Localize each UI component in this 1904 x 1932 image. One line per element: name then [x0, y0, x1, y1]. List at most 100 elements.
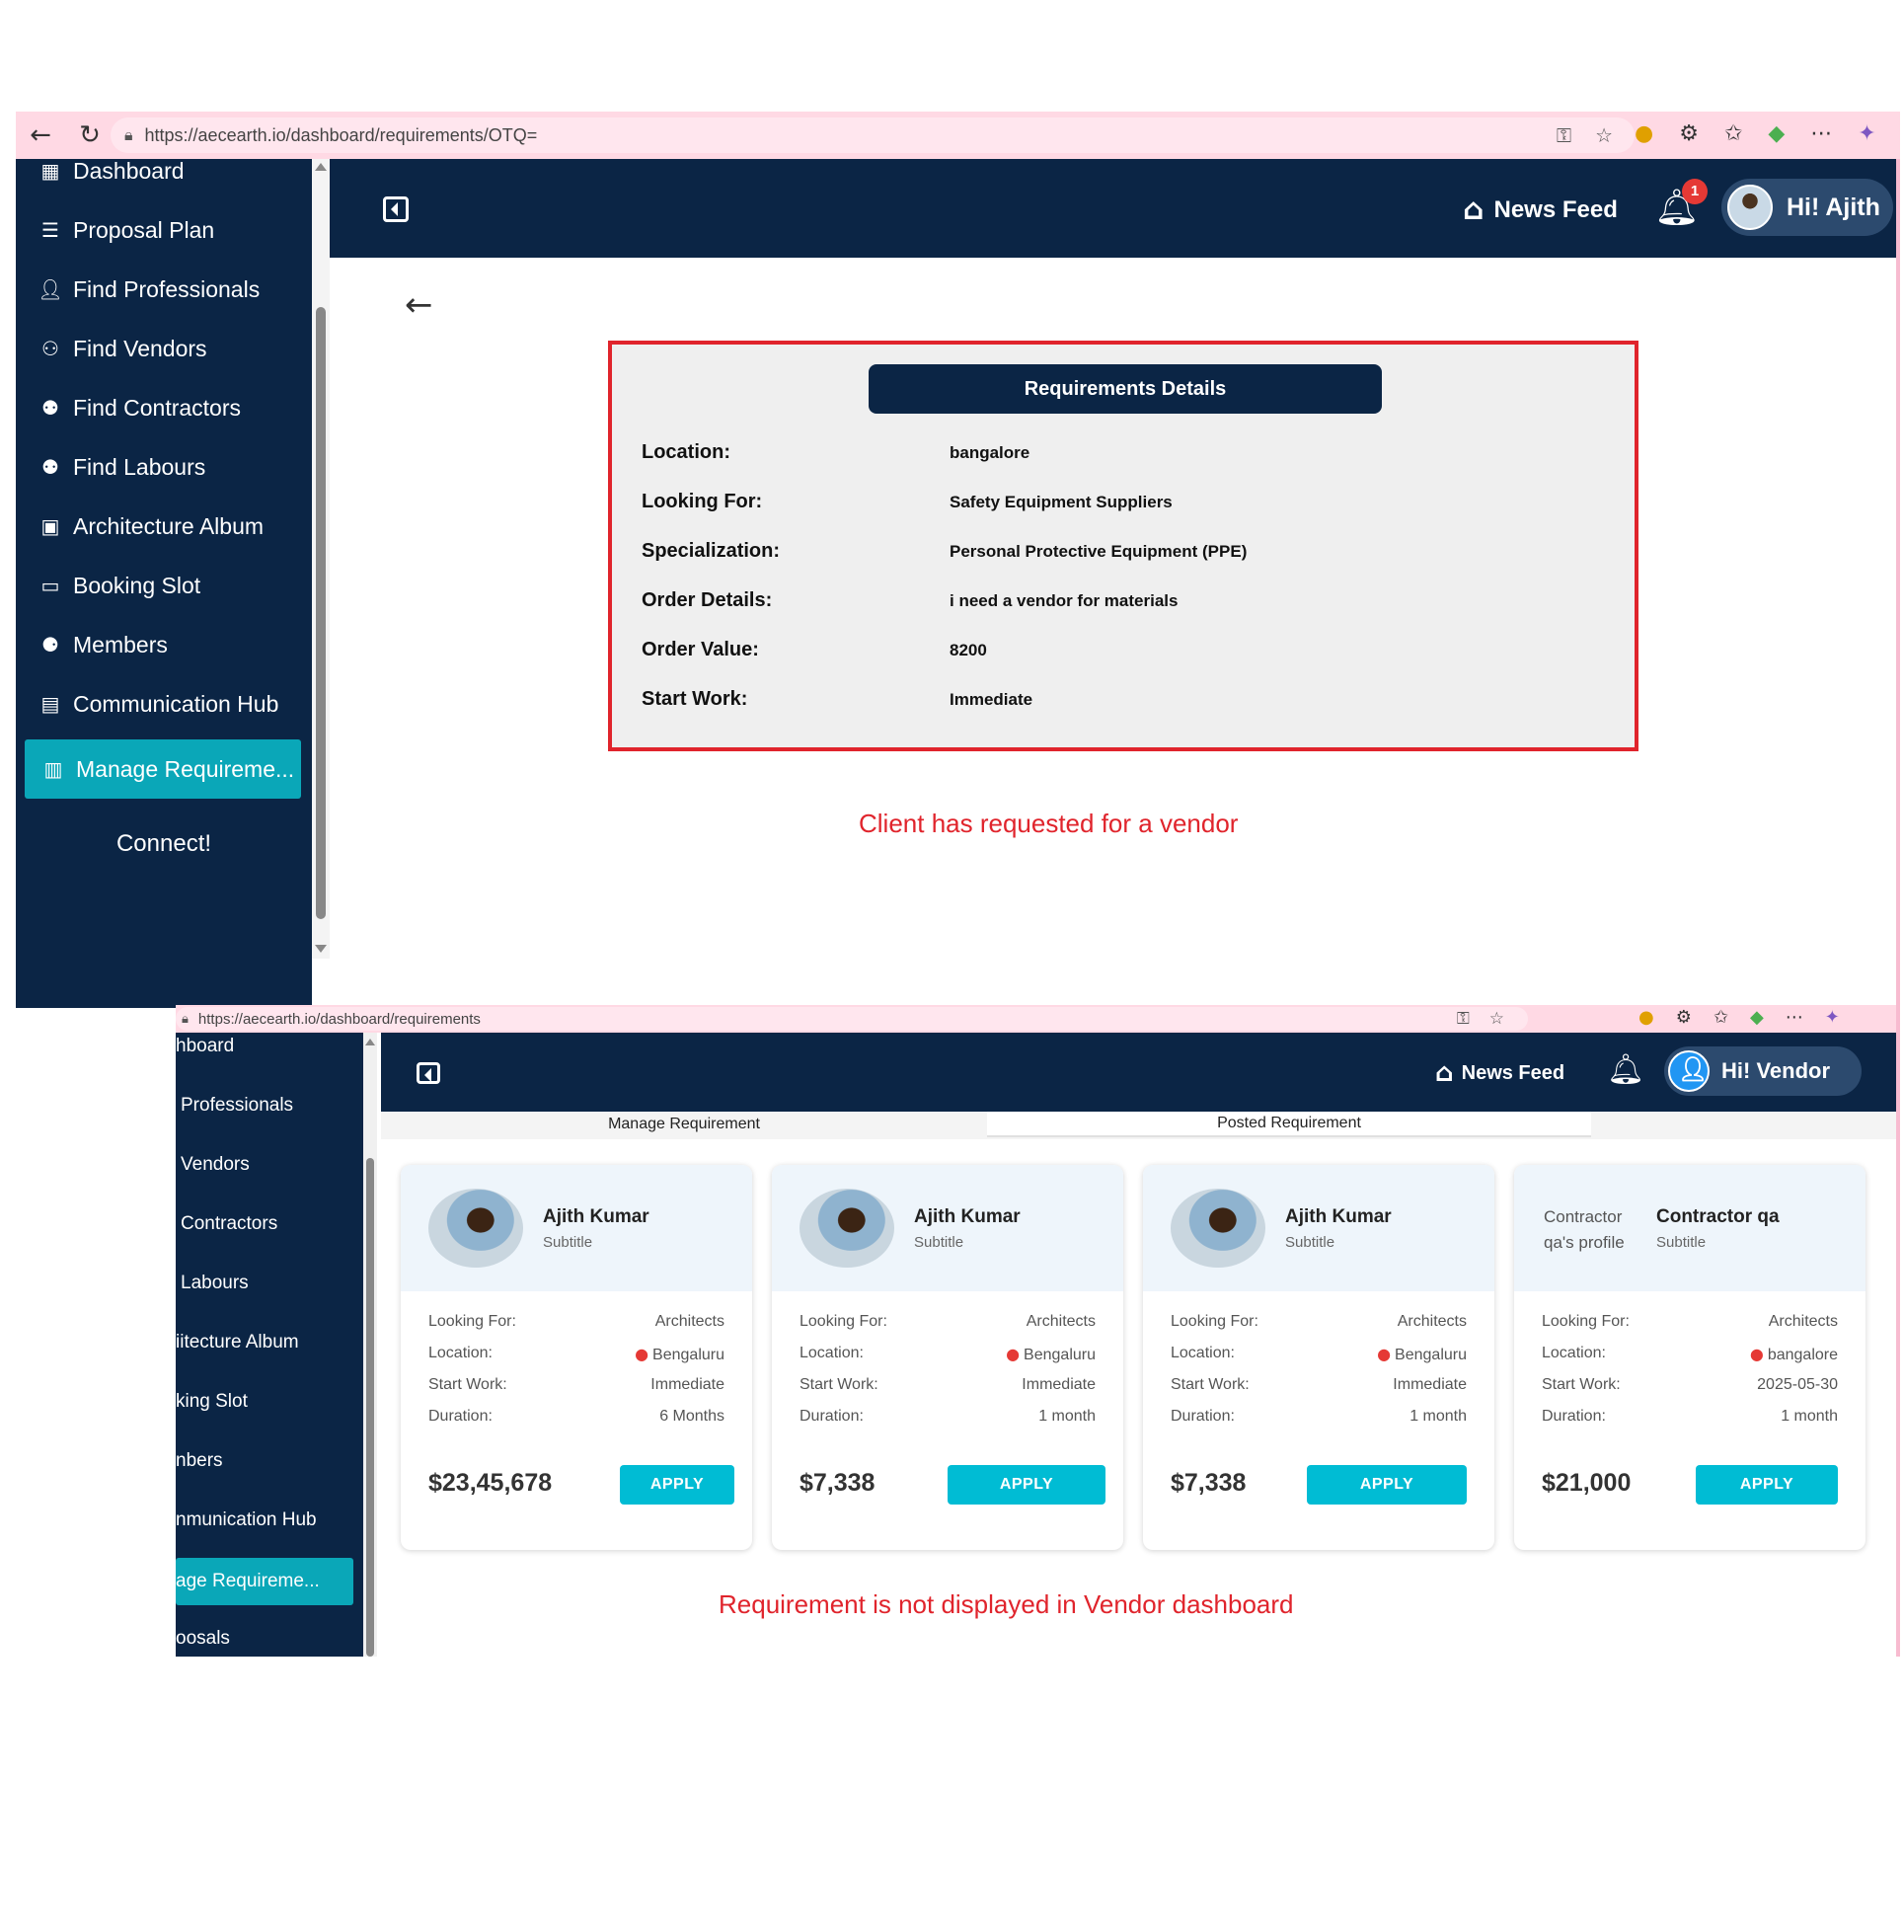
avatar: [1727, 185, 1773, 230]
sidebar-item-dashboard[interactable]: ▦ Dashboard: [16, 159, 312, 200]
sidebar-item-label: king Slot: [176, 1391, 248, 1412]
sidebar-item-manage-requirements[interactable]: ▥ Manage Requireme...: [25, 739, 301, 799]
sidebar-item-find-professionals[interactable]: 👤︎ Find Professionals: [16, 260, 312, 319]
sidebar-item-find-labours[interactable]: ⚉ Find Labours: [16, 437, 312, 497]
back-icon[interactable]: ←: [16, 120, 65, 150]
avatar: 👤︎: [1668, 1050, 1710, 1092]
tab-posted-requirement[interactable]: Posted Requirement: [987, 1112, 1591, 1137]
annotation-note: Requirement is not displayed in Vendor d…: [719, 1589, 1294, 1619]
key-icon[interactable]: ⚿: [1557, 123, 1571, 147]
scroll-up-arrow[interactable]: [315, 163, 327, 171]
sidebar: ▦ Dashboard ☰ Proposal Plan 👤︎ Find Profess…: [16, 159, 312, 1008]
extension-icon[interactable]: ●: [1638, 1007, 1654, 1028]
extension-icon[interactable]: ●: [1635, 121, 1653, 146]
sidebar-item-label: Contractors: [181, 1213, 278, 1234]
copilot-icon[interactable]: ✦: [1825, 1007, 1840, 1028]
news-feed-link[interactable]: ⌂ News Feed: [1463, 193, 1618, 227]
row-value: Architects: [1397, 1313, 1467, 1330]
sidebar-item-label: Labours: [181, 1273, 249, 1293]
row-value: ● Bengaluru: [1006, 1345, 1096, 1364]
sidebar-item-manage-requirements[interactable]: age Requireme...: [176, 1558, 353, 1605]
row-label: Start Work:: [1171, 1376, 1250, 1393]
card-price: $23,45,678: [428, 1469, 553, 1497]
detail-label: Order Value:: [642, 639, 759, 660]
row-value: 1 month: [1409, 1408, 1467, 1425]
sidebar-item-booking-slot[interactable]: ▭ Booking Slot: [16, 556, 312, 615]
detail-row-specialization: Specialization: Personal Protective Equip…: [642, 540, 1609, 570]
scroll-up-arrow[interactable]: [365, 1039, 375, 1045]
extension-icon[interactable]: ◆: [1768, 121, 1785, 146]
row-start-work: Start Work: Immediate: [800, 1376, 1096, 1400]
row-start-work: Start Work: Immediate: [428, 1376, 724, 1400]
sidebar-item-proposal-plan[interactable]: ☰ Proposal Plan: [16, 200, 312, 260]
detail-label: Looking For:: [642, 491, 763, 512]
news-feed-link[interactable]: ⌂ News Feed: [1435, 1058, 1564, 1088]
sidebar-item-members[interactable]: ⚈ Members: [16, 615, 312, 674]
sidebar-item-architecture-album[interactable]: ▣ Architecture Album: [16, 497, 312, 556]
sidebar-item-label: hboard: [176, 1036, 235, 1056]
scroll-thumb[interactable]: [316, 307, 326, 919]
proposal-icon: ☰: [41, 218, 59, 242]
apply-button[interactable]: APPLY: [948, 1465, 1105, 1505]
sidebar-item-dashboard[interactable]: hboard: [176, 1033, 363, 1070]
more-icon[interactable]: ⋯: [1810, 121, 1832, 146]
row-value: ● bangalore: [1750, 1345, 1838, 1364]
notification-badge: 1: [1682, 179, 1708, 204]
sidebar-item-members[interactable]: nbers: [176, 1437, 363, 1485]
sidebar-item-professionals[interactable]: Professionals: [176, 1082, 363, 1129]
detail-value: i need a vendor for materials: [950, 591, 1179, 610]
row-location: Location: ● bangalore: [1542, 1345, 1838, 1368]
sidebar-item-contractors[interactable]: Contractors: [176, 1200, 363, 1248]
calendar-icon: ▭: [40, 574, 60, 597]
sidebar-item-find-contractors[interactable]: ⚉ Find Contractors: [16, 378, 312, 437]
tab-manage-requirement[interactable]: Manage Requirement: [381, 1112, 987, 1137]
extension-icon[interactable]: ◆: [1750, 1007, 1764, 1028]
sidebar-item-architecture-album[interactable]: iitecture Album: [176, 1319, 363, 1366]
copilot-icon[interactable]: ✦: [1858, 121, 1875, 146]
favorites-icon[interactable]: ✩: [1724, 121, 1742, 146]
apply-button[interactable]: APPLY: [1696, 1465, 1838, 1505]
sidebar-item-labours[interactable]: Labours: [176, 1260, 363, 1307]
scroll-down-arrow[interactable]: [315, 945, 327, 953]
sidebar-scrollbar[interactable]: [312, 159, 330, 959]
user-menu[interactable]: 👤︎ Hi! Vendor: [1664, 1046, 1862, 1096]
address-bar[interactable]: 🔒︎ https://aecearth.io/dashboard/require…: [111, 117, 1635, 153]
sidebar-item-vendors[interactable]: Vendors: [176, 1141, 363, 1189]
sidebar-item-proposals[interactable]: oosals: [176, 1615, 363, 1657]
vendors-icon: ⚇: [41, 337, 59, 360]
star-icon[interactable]: ☆: [1489, 1009, 1504, 1029]
sidebar-toggle-icon[interactable]: [417, 1062, 440, 1084]
apply-button[interactable]: APPLY: [620, 1465, 734, 1505]
star-icon[interactable]: ☆: [1595, 123, 1613, 147]
card-header: Contractor qa's profile Contractor qa Su…: [1514, 1165, 1866, 1291]
sidebar-item-find-vendors[interactable]: ⚇ Find Vendors: [16, 319, 312, 378]
scroll-thumb[interactable]: [366, 1158, 374, 1657]
row-duration: Duration: 6 Months: [428, 1408, 724, 1431]
location-value: bangalore: [1767, 1347, 1838, 1363]
detail-label: Start Work:: [642, 688, 748, 710]
sidebar-item-communication-hub[interactable]: ▤ Communication Hub: [16, 674, 312, 734]
sidebar-item-booking-slot[interactable]: king Slot: [176, 1378, 363, 1426]
top-navbar: ⌂ News Feed 🔔︎ 1 Hi! Ajith: [330, 159, 1900, 258]
sidebar-toggle-icon[interactable]: [383, 196, 409, 222]
refresh-icon[interactable]: ↻: [65, 120, 114, 150]
news-feed-label: News Feed: [1461, 1061, 1565, 1084]
lock-icon: 🔒︎: [124, 125, 133, 144]
apply-button[interactable]: APPLY: [1307, 1465, 1467, 1505]
back-arrow-icon[interactable]: ←: [405, 285, 433, 325]
row-label: Location:: [428, 1345, 493, 1361]
bell-icon[interactable]: 🔔︎: [1607, 1052, 1644, 1087]
key-icon[interactable]: ⚿: [1457, 1009, 1470, 1029]
card-name: Ajith Kumar: [1285, 1206, 1392, 1227]
url-text: https://aecearth.io/dashboard/requiremen…: [144, 124, 538, 145]
sidebar-item-communication-hub[interactable]: nmunication Hub: [176, 1497, 363, 1544]
detail-label: Specialization:: [642, 540, 781, 562]
address-bar[interactable]: 🔒︎ https://aecearth.io/dashboard/require…: [176, 1007, 1528, 1031]
more-icon[interactable]: ⋯: [1786, 1007, 1803, 1028]
row-value: Immediate: [1022, 1376, 1096, 1393]
user-menu[interactable]: Hi! Ajith: [1721, 179, 1893, 236]
favorites-icon[interactable]: ✩: [1714, 1007, 1728, 1028]
puzzle-icon[interactable]: ⚙: [1676, 1007, 1692, 1028]
detail-row-location: Location: bangalore: [642, 441, 1609, 471]
puzzle-icon[interactable]: ⚙: [1679, 121, 1699, 146]
